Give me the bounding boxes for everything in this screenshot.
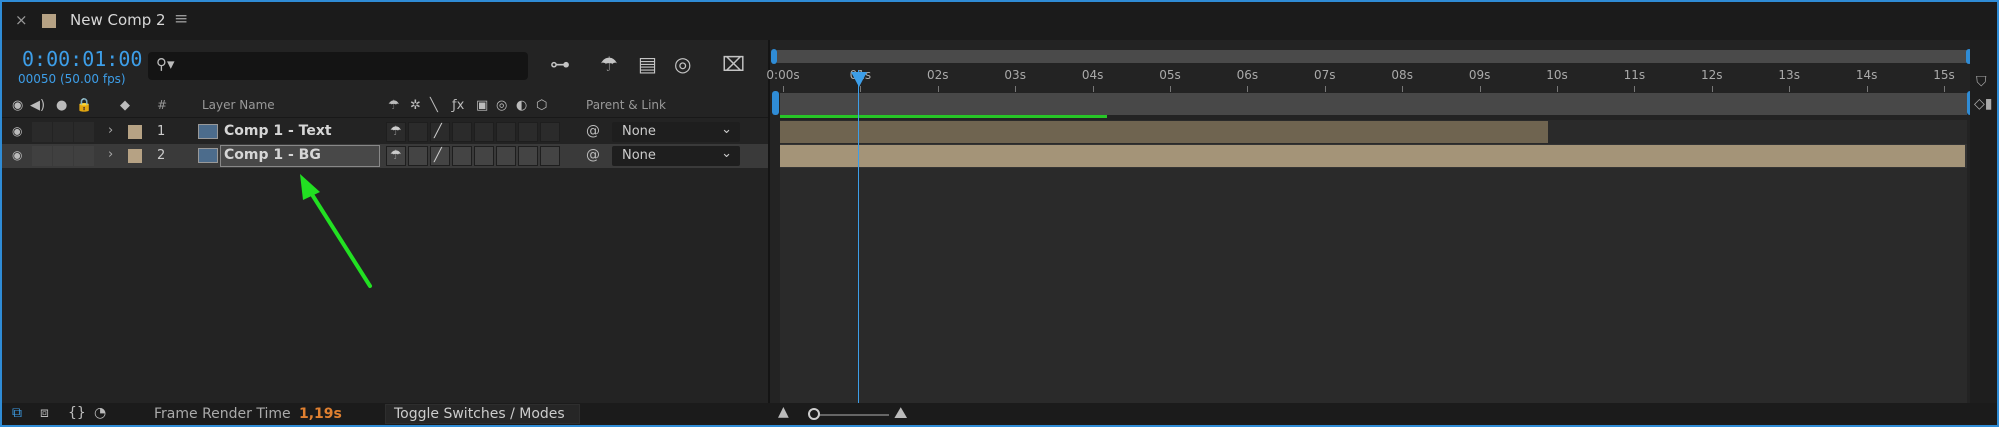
timeline-panel: × New Comp 2 ≡ 0:00:01:00 00050 (50.00 f… <box>0 0 1999 427</box>
annotation-arrow-icon <box>300 174 372 288</box>
